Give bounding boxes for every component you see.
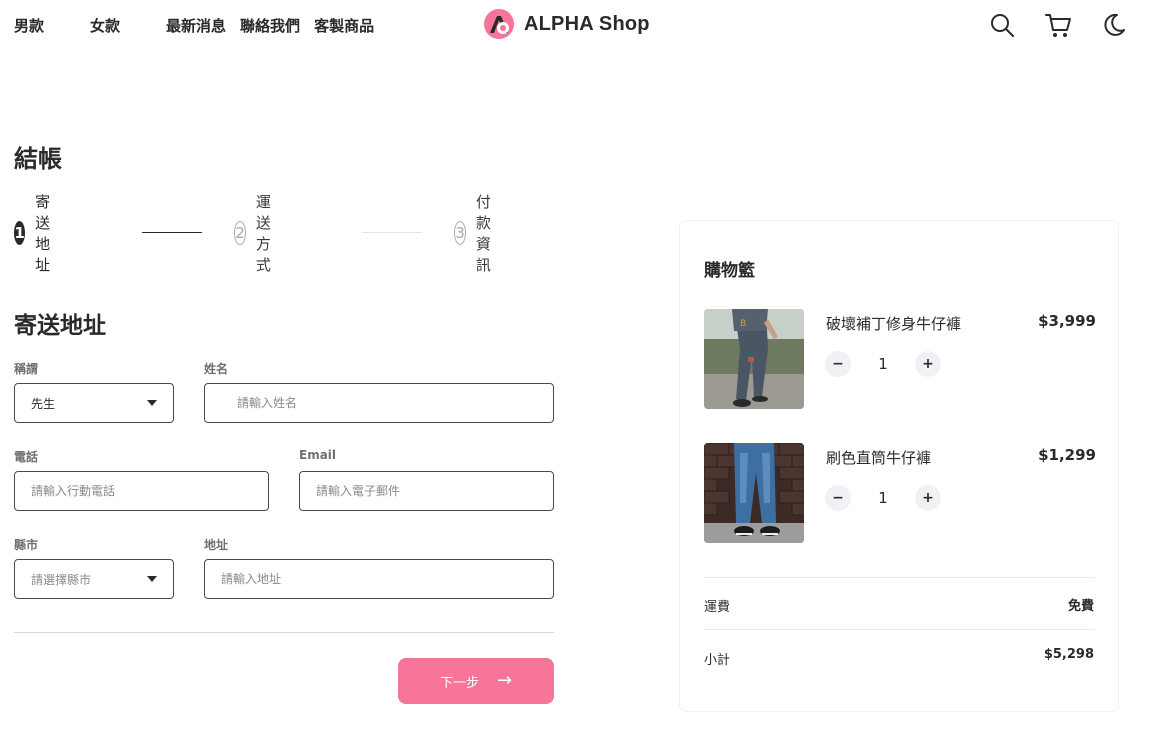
email-label: Email bbox=[299, 448, 337, 462]
step-number-1: 1 bbox=[14, 221, 26, 245]
step-label-payment: 付款資訊 bbox=[475, 193, 491, 274]
checkout-page: 男款 女款 最新消息 聯絡我們 客製商品 ALPHA Shop 結帳 1 寄送地… bbox=[0, 0, 1169, 729]
subtotal-label: 小計 bbox=[704, 653, 731, 668]
quantity-stepper: − 1 + bbox=[825, 351, 941, 377]
step-shipping: 2 運送方式 bbox=[234, 193, 283, 274]
brand-name: ALPHA Shop bbox=[524, 12, 650, 35]
phone-field bbox=[14, 471, 269, 511]
nav-link-contact[interactable]: 聯絡我們 bbox=[240, 15, 300, 36]
alpha-logo-icon bbox=[484, 9, 514, 39]
county-label: 縣市 bbox=[14, 538, 39, 552]
county-select[interactable]: 請選擇縣市 bbox=[14, 559, 174, 599]
step-label-address: 寄送地址 bbox=[35, 193, 51, 274]
product-image-straight-jeans bbox=[704, 443, 804, 543]
step-label-shipping: 運送方式 bbox=[255, 193, 271, 274]
cart-item: 刷色直筒牛仔褲 $1,299 − 1 + bbox=[704, 443, 1096, 543]
shipping-value: 免費 bbox=[1067, 599, 1094, 614]
cart-divider bbox=[704, 577, 1095, 578]
nav-icons bbox=[988, 11, 1128, 39]
address-field bbox=[204, 559, 554, 599]
cart-divider bbox=[704, 629, 1095, 630]
chevron-down-icon bbox=[147, 400, 157, 406]
shipping-label: 運費 bbox=[704, 600, 731, 615]
product-image-ripped-jeans: B bbox=[704, 309, 804, 409]
next-step-button[interactable]: 下一步 → bbox=[398, 658, 554, 704]
product-name: 破壞補丁修身牛仔褲 bbox=[826, 315, 962, 333]
cart-icon[interactable] bbox=[1044, 11, 1072, 39]
quantity-value: 1 bbox=[878, 489, 888, 507]
phone-input[interactable] bbox=[31, 484, 268, 498]
salutation-label: 稱謂 bbox=[14, 362, 39, 376]
name-input[interactable] bbox=[237, 396, 553, 410]
county-placeholder: 請選擇縣市 bbox=[31, 572, 92, 587]
nav-link-news[interactable]: 最新消息 bbox=[166, 15, 226, 36]
moon-icon[interactable] bbox=[1100, 11, 1128, 39]
phone-label: 電話 bbox=[14, 450, 39, 464]
nav-links: 男款 女款 最新消息 聯絡我們 客製商品 bbox=[14, 15, 374, 36]
step-number-3: 3 bbox=[454, 221, 466, 245]
brand-logo[interactable]: ALPHA Shop bbox=[483, 8, 650, 40]
step-connector bbox=[142, 232, 202, 233]
salutation-select[interactable]: 先生 bbox=[14, 383, 174, 423]
form-section-title: 寄送地址 bbox=[14, 313, 106, 339]
cart-item: B 破壞補丁修身牛仔褲 $3,999 − 1 + bbox=[704, 309, 1096, 409]
shopping-cart: 購物籃 B 破壞補丁修身牛仔褲 $3,999 − 1 + 刷色直筒牛仔褲 $1,… bbox=[679, 220, 1119, 712]
decrease-quantity-button[interactable]: − bbox=[825, 485, 851, 511]
step-connector bbox=[362, 232, 422, 233]
salutation-value: 先生 bbox=[31, 396, 56, 411]
page-title: 結帳 bbox=[14, 145, 62, 173]
chevron-down-icon bbox=[147, 576, 157, 582]
name-field bbox=[204, 383, 554, 423]
email-input[interactable] bbox=[316, 484, 553, 498]
quantity-value: 1 bbox=[878, 355, 888, 373]
nav-link-custom[interactable]: 客製商品 bbox=[314, 15, 374, 36]
nav-link-men[interactable]: 男款 bbox=[14, 15, 44, 36]
product-name: 刷色直筒牛仔褲 bbox=[826, 449, 932, 467]
arrow-right-icon: → bbox=[496, 670, 513, 691]
product-price: $3,999 bbox=[1038, 312, 1096, 330]
increase-quantity-button[interactable]: + bbox=[915, 351, 941, 377]
quantity-stepper: − 1 + bbox=[825, 485, 941, 511]
cart-title: 購物籃 bbox=[704, 261, 755, 281]
subtotal-value: $5,298 bbox=[1043, 647, 1094, 662]
search-icon[interactable] bbox=[988, 11, 1016, 39]
email-field bbox=[299, 471, 554, 511]
nav-link-women[interactable]: 女款 bbox=[90, 15, 120, 36]
increase-quantity-button[interactable]: + bbox=[915, 485, 941, 511]
next-step-label: 下一步 bbox=[439, 675, 479, 691]
form-divider bbox=[14, 632, 554, 633]
step-number-2: 2 bbox=[234, 221, 246, 245]
name-label: 姓名 bbox=[204, 362, 229, 376]
address-label: 地址 bbox=[204, 538, 229, 552]
step-address: 1 寄送地址 bbox=[14, 193, 63, 274]
address-input[interactable] bbox=[221, 572, 553, 586]
product-price: $1,299 bbox=[1038, 446, 1096, 464]
step-payment: 3 付款資訊 bbox=[454, 193, 503, 274]
svg-text:B: B bbox=[740, 319, 746, 329]
decrease-quantity-button[interactable]: − bbox=[825, 351, 851, 377]
